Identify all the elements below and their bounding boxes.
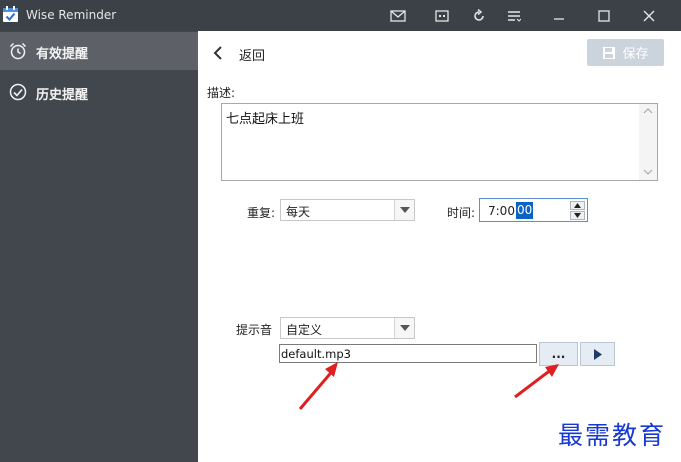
refresh-icon xyxy=(474,8,484,21)
sound-file-input[interactable]: default.mp3 xyxy=(279,344,537,363)
check-circle-icon xyxy=(9,83,27,101)
sound-file-value: default.mp3 xyxy=(281,347,351,361)
refresh-button[interactable] xyxy=(461,0,497,31)
chevron-down-icon xyxy=(400,207,410,213)
minimize-icon xyxy=(554,17,564,20)
back-link[interactable]: 返回 xyxy=(239,45,265,64)
maximize-button[interactable] xyxy=(586,0,622,31)
description-value: 七点起床上班 xyxy=(226,112,305,127)
alarm-clock-icon xyxy=(9,42,27,60)
time-decrement-button[interactable] xyxy=(570,211,585,220)
menu-icon xyxy=(508,10,521,22)
repeat-value: 每天 xyxy=(286,205,311,219)
repeat-select[interactable]: 每天 xyxy=(280,199,415,221)
scroll-up-icon[interactable] xyxy=(643,107,653,115)
annotation-arrows xyxy=(298,362,559,410)
time-picker[interactable]: 7:00: 00 xyxy=(479,198,588,222)
play-sound-button[interactable] xyxy=(580,342,615,366)
close-icon xyxy=(643,10,655,21)
description-textarea[interactable]: 七点起床上班 xyxy=(221,103,658,181)
play-icon xyxy=(594,349,602,360)
sidebar: 有效提醒 历史提醒 xyxy=(0,31,198,462)
spin-up-icon xyxy=(574,203,581,208)
sidebar-item-history-reminders[interactable]: 历史提醒 xyxy=(0,73,198,111)
minimize-button[interactable] xyxy=(541,0,577,31)
sound-select[interactable]: 自定义 xyxy=(280,317,415,339)
repeat-dropdown-button[interactable] xyxy=(394,200,414,220)
scroll-down-icon[interactable] xyxy=(643,168,653,176)
sound-value: 自定义 xyxy=(286,323,323,337)
repeat-label: 重复: xyxy=(247,206,276,220)
time-label: 时间: xyxy=(447,206,476,220)
save-button-label: 保存 xyxy=(622,47,649,62)
sidebar-item-active-reminders[interactable]: 有效提醒 xyxy=(0,32,198,70)
maximize-icon xyxy=(598,9,610,22)
browse-file-button[interactable]: ... xyxy=(539,342,578,366)
browse-button-label: ... xyxy=(551,347,566,361)
window-title: Wise Reminder xyxy=(26,8,117,22)
back-chevron-icon[interactable] xyxy=(212,45,224,61)
close-button[interactable] xyxy=(631,0,667,31)
feedback-icon xyxy=(435,9,449,22)
sidebar-item-label: 历史提醒 xyxy=(36,88,89,103)
reminder-editor: 返回 保存 描述: 七点起床上班 重复: 每天 时间: 7:00: 00 提示音… xyxy=(198,31,681,462)
annotation-arrow-browse xyxy=(514,364,559,399)
sound-dropdown-button[interactable] xyxy=(394,318,414,338)
feedback-button[interactable] xyxy=(424,0,460,31)
title-bar: Wise Reminder xyxy=(0,0,681,31)
description-label: 描述: xyxy=(207,86,236,100)
time-increment-button[interactable] xyxy=(570,201,585,210)
mail-icon xyxy=(390,9,406,22)
sidebar-item-label: 有效提醒 xyxy=(36,47,89,62)
sound-label: 提示音 xyxy=(236,323,273,337)
description-scrollbar[interactable] xyxy=(639,104,657,180)
annotation-arrow-file xyxy=(298,362,338,410)
time-selected-segment[interactable]: 00 xyxy=(516,202,534,219)
time-value: 7:00: xyxy=(488,204,519,218)
save-button[interactable]: 保存 xyxy=(587,39,664,66)
mail-button[interactable] xyxy=(380,0,416,31)
save-disk-icon xyxy=(603,46,616,59)
spin-down-icon xyxy=(574,213,581,218)
watermark-text: 最需教育 xyxy=(558,421,667,450)
app-calendar-icon xyxy=(3,6,18,22)
menu-button[interactable] xyxy=(496,0,532,31)
chevron-down-icon xyxy=(400,325,410,331)
